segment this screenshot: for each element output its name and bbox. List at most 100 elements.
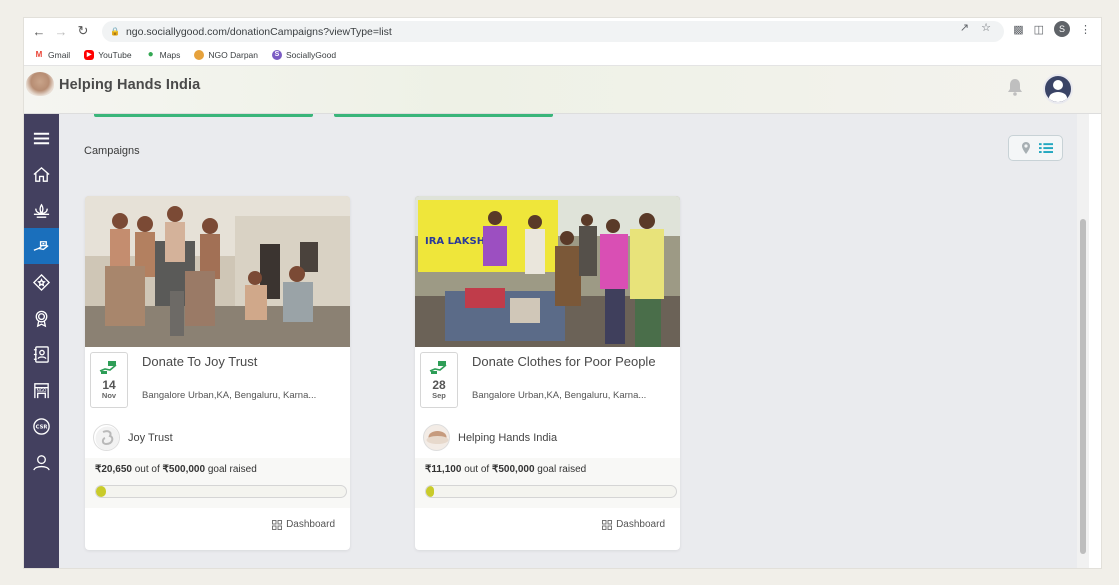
lotus-icon — [33, 203, 50, 218]
out-of-label: out of — [464, 464, 490, 475]
bookmark-star-icon[interactable]: ☆ — [981, 21, 991, 34]
page-scrollbar[interactable] — [1077, 114, 1089, 568]
grid-icon — [602, 519, 613, 530]
sidebar: NGO CSR — [24, 114, 59, 568]
url-text: ngo.sociallygood.com/donationCampaigns?v… — [125, 25, 392, 38]
address-bar[interactable]: 🔒 ngo.sociallygood.com/donationCampaigns… — [102, 21, 1004, 42]
campaign-photo: IRA LAKSHYA — [415, 196, 680, 347]
contacts-icon — [33, 345, 49, 363]
users-icon — [33, 454, 50, 470]
donation-hand-icon — [33, 240, 49, 251]
sidebar-item-donations[interactable] — [24, 228, 59, 264]
campaign-title[interactable]: Donate Clothes for Poor People — [472, 354, 667, 369]
youtube-icon: ▶ — [84, 49, 95, 60]
goal-suffix: goal raised — [537, 464, 587, 475]
progress-fill — [96, 486, 107, 497]
tab-indicator-2 — [334, 114, 553, 117]
browser-window: ← → ↻ 🔒 ngo.sociallygood.com/donationCam… — [24, 18, 1101, 568]
org-name: Helping Hands India — [458, 432, 558, 444]
donation-hand-icon — [99, 361, 117, 374]
sidebar-item-volunteer[interactable] — [24, 264, 59, 300]
side-panel-icon[interactable]: ◫ — [1034, 23, 1044, 36]
donation-hand-icon — [429, 361, 447, 374]
more-vert-icon[interactable]: ⋮ — [1080, 23, 1091, 36]
out-of-label: out of — [134, 464, 160, 475]
sidebar-item-ngo[interactable]: NGO — [24, 372, 59, 408]
raised-amount: ₹11,100 — [425, 464, 462, 475]
share-icon[interactable]: ↗ — [960, 21, 969, 34]
campaign-day: 28 — [432, 378, 446, 392]
extensions-puzzle-icon[interactable]: ▩ — [1013, 23, 1023, 36]
maps-icon: ● — [147, 48, 154, 60]
ngo-icon: NGO — [34, 382, 49, 398]
dashboard-button[interactable]: Dashboard — [272, 519, 335, 530]
section-title: Campaigns — [84, 145, 140, 157]
lock-icon: 🔒 — [110, 27, 120, 36]
reload-icon[interactable]: ↻ — [72, 20, 94, 42]
campaign-location: Bangalore Urban,KA, Bengaluru, Karna... — [142, 390, 317, 401]
raised-amount: ₹20,650 — [95, 464, 132, 475]
list-view-icon[interactable] — [1038, 141, 1053, 155]
scrollbar-thumb[interactable] — [1080, 219, 1086, 554]
forward-arrow-icon[interactable]: → — [50, 20, 72, 42]
csr-icon: CSR — [33, 417, 50, 435]
goal-text: ₹11,100 out of ₹500,000 goal raised — [425, 464, 586, 475]
campaign-location: Bangalore Urban,KA, Bengaluru, Karna... — [472, 390, 647, 401]
sociallygood-icon: S — [272, 49, 283, 60]
bookmark-gmail[interactable]: M Gmail — [34, 49, 70, 60]
gmail-icon: M — [34, 49, 44, 60]
grid-icon — [272, 519, 283, 530]
progress-bar — [95, 485, 347, 498]
bookmark-ngo-darpan[interactable]: NGO Darpan — [194, 49, 258, 60]
volunteer-badge-icon — [32, 273, 51, 291]
ngo-darpan-icon — [194, 49, 205, 60]
progress-bar — [425, 485, 677, 498]
map-pin-icon[interactable] — [1019, 141, 1033, 155]
org-name: Joy Trust — [128, 432, 173, 444]
campaign-date: 28 Sep — [420, 352, 458, 408]
bell-icon[interactable] — [1007, 78, 1023, 96]
menu-icon — [33, 132, 50, 144]
view-toggle[interactable] — [1008, 135, 1063, 161]
bookmark-maps[interactable]: ● Maps — [146, 48, 181, 60]
sidebar-item-users[interactable] — [24, 444, 59, 480]
dashboard-label: Dashboard — [286, 519, 335, 530]
goal-text: ₹20,650 out of ₹500,000 goal raised — [95, 464, 257, 475]
campaign-day: 14 — [102, 378, 116, 392]
back-arrow-icon[interactable]: ← — [28, 20, 50, 42]
campaign-title[interactable]: Donate To Joy Trust — [142, 354, 337, 369]
sidebar-item-csr[interactable]: CSR — [24, 408, 59, 444]
goal-amount: ₹500,000 — [492, 464, 535, 475]
sidebar-item-awards[interactable] — [24, 300, 59, 336]
app-header: Helping Hands India — [24, 66, 1101, 114]
goal-amount: ₹500,000 — [162, 464, 206, 475]
dashboard-label: Dashboard — [616, 519, 665, 530]
app-title: Helping Hands India — [59, 77, 201, 93]
bookmark-sociallygood[interactable]: S SociallyGood — [272, 49, 336, 60]
award-icon — [35, 310, 48, 327]
sidebar-item-lotus[interactable] — [24, 192, 59, 228]
profile-avatar[interactable]: S — [1054, 21, 1070, 37]
campaign-date: 14 Nov — [90, 352, 128, 408]
sidebar-item-home[interactable] — [24, 156, 59, 192]
bookmarks-bar: M Gmail ▶ YouTube ● Maps NGO Darpan S So… — [24, 44, 1101, 66]
campaign-card[interactable]: 14 Nov Donate To Joy Trust Bangalore Urb… — [85, 196, 350, 550]
campaign-month: Sep — [432, 391, 446, 400]
goal-suffix: goal raised — [207, 464, 257, 475]
svg-text:NGO: NGO — [37, 387, 47, 393]
browser-toolbar: ← → ↻ 🔒 ngo.sociallygood.com/donationCam… — [24, 18, 1101, 44]
svg-text:CSR: CSR — [36, 424, 48, 430]
main-content: Campaigns 14 Nov Donate To Joy Trust Ban… — [59, 114, 1089, 568]
org-logo[interactable] — [26, 72, 54, 96]
bookmark-youtube[interactable]: ▶ YouTube — [84, 49, 132, 60]
progress-fill — [426, 486, 434, 497]
sidebar-item-contacts[interactable] — [24, 336, 59, 372]
org-avatar — [423, 424, 450, 451]
sidebar-item-menu[interactable] — [24, 120, 59, 156]
dashboard-button[interactable]: Dashboard — [602, 519, 665, 530]
home-icon — [33, 166, 50, 182]
campaign-month: Nov — [101, 391, 117, 400]
campaign-photo — [85, 196, 350, 347]
campaign-card[interactable]: IRA LAKSHYA 28 Sep Donate Clothes for Po… — [415, 196, 680, 550]
user-avatar[interactable] — [1043, 74, 1073, 104]
